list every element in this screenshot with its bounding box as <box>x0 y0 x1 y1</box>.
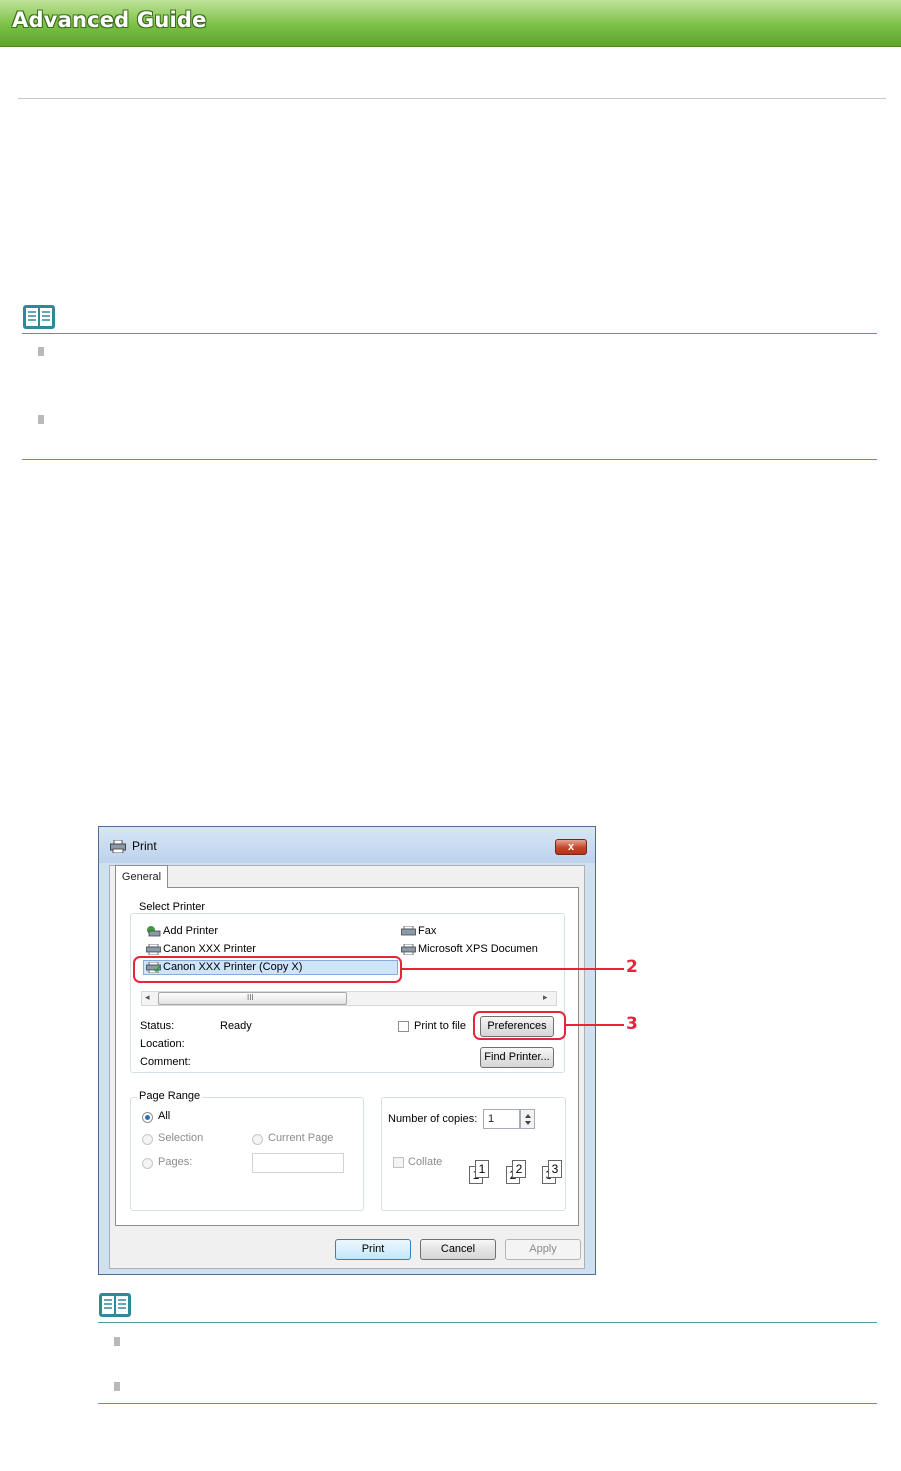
location-label: Location: <box>140 1038 185 1050</box>
note-icon <box>99 1293 131 1317</box>
apply-button[interactable]: Apply <box>505 1239 581 1260</box>
collate-page-icon: 3 <box>548 1160 562 1178</box>
note-icon <box>23 305 55 329</box>
close-button[interactable]: x <box>555 839 587 855</box>
comment-label: Comment: <box>140 1056 191 1068</box>
note-bullet <box>114 1337 120 1346</box>
pages-input[interactable] <box>252 1153 344 1173</box>
select-printer-label: Select Printer <box>137 901 208 913</box>
find-printer-button[interactable]: Find Printer... <box>480 1047 554 1068</box>
note-divider-bottom <box>98 1403 877 1404</box>
radio-all[interactable] <box>142 1112 153 1123</box>
printer-icon <box>146 944 161 955</box>
printer-icon <box>110 840 126 853</box>
collate-page-icon: 2 <box>512 1160 526 1178</box>
status-value: Ready <box>220 1020 252 1032</box>
note-bullet <box>38 347 44 356</box>
top-divider <box>18 98 886 99</box>
dialog-title: Print <box>132 839 157 853</box>
printer-item-xps[interactable]: Microsoft XPS Documen <box>418 943 556 955</box>
callout-line-3 <box>566 1024 624 1026</box>
radio-selection-label: Selection <box>158 1132 204 1144</box>
add-printer-icon <box>147 926 161 937</box>
dialog-titlebar <box>99 827 595 863</box>
scroll-right-arrow-icon[interactable]: ▸ <box>543 992 548 1003</box>
note-divider-bottom <box>22 459 877 460</box>
scroll-left-arrow-icon[interactable]: ◂ <box>145 992 150 1003</box>
collate-label: Collate <box>408 1156 443 1168</box>
radio-pages[interactable] <box>142 1158 153 1169</box>
printer-item-canon[interactable]: Canon XXX Printer <box>163 943 256 955</box>
callout-number-2: 2 <box>626 957 638 977</box>
radio-current-page[interactable] <box>252 1134 263 1145</box>
page-header-title: Advanced Guide <box>12 8 207 32</box>
note-divider-top <box>22 333 877 334</box>
printer-icon <box>401 944 416 955</box>
fax-icon <box>401 926 416 936</box>
callout-box-preferences <box>473 1011 566 1040</box>
print-button[interactable]: Print <box>335 1239 411 1260</box>
spinner-arrows-icon <box>525 1114 531 1125</box>
printer-item-add-printer[interactable]: Add Printer <box>163 925 218 937</box>
collate-checkbox[interactable] <box>393 1157 404 1168</box>
radio-selection[interactable] <box>142 1134 153 1145</box>
collate-page-icon: 1 <box>475 1160 489 1178</box>
status-label: Status: <box>140 1020 175 1032</box>
callout-number-3: 3 <box>626 1014 638 1034</box>
radio-pages-label: Pages: <box>158 1156 193 1168</box>
page-range-label: Page Range <box>137 1090 203 1102</box>
callout-line-2 <box>402 968 624 970</box>
cancel-button[interactable]: Cancel <box>420 1239 496 1260</box>
radio-current-page-label: Current Page <box>268 1132 334 1144</box>
tab-general[interactable]: General <box>115 865 168 888</box>
print-dialog: Print x General Select Printer Add Print… <box>98 826 596 1275</box>
note-divider-top <box>98 1322 877 1323</box>
copies-spinner[interactable] <box>520 1109 535 1129</box>
printer-item-fax[interactable]: Fax <box>418 925 436 937</box>
print-to-file-checkbox[interactable] <box>398 1021 409 1032</box>
copies-input[interactable]: 1 <box>483 1109 520 1129</box>
print-to-file-label: Print to file <box>414 1020 466 1032</box>
number-of-copies-label: Number of copies: <box>388 1113 478 1125</box>
note-bullet <box>38 415 44 424</box>
radio-all-label: All <box>158 1110 171 1122</box>
note-bullet <box>114 1382 120 1391</box>
callout-box-printer <box>133 956 402 983</box>
scrollbar-grip: III <box>247 993 254 1002</box>
